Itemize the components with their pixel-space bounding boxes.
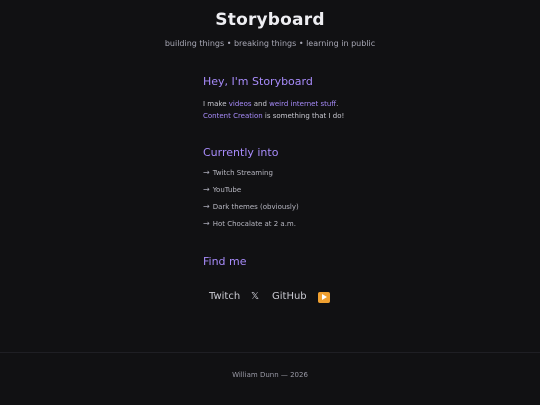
list-item: → YouTube bbox=[203, 185, 299, 202]
intro-line-1: I make videos and weird internet stuff. bbox=[203, 98, 453, 110]
list-item: → Twitch Streaming bbox=[203, 168, 299, 185]
interest-label: YouTube bbox=[212, 186, 242, 194]
intro-line-2: Content Creation is something that I do! bbox=[203, 110, 453, 122]
social-links: Twitch 𝕏 GitHub bbox=[0, 291, 540, 305]
videos-link[interactable]: videos bbox=[229, 100, 252, 108]
currently-into-heading: Currently into bbox=[203, 146, 279, 159]
intro-text: I make videos and weird internet stuff. … bbox=[203, 98, 453, 122]
arrow-right-icon: → bbox=[203, 202, 210, 211]
arrow-right-icon: → bbox=[203, 168, 210, 177]
play-button-icon bbox=[322, 294, 327, 300]
intro-line-1-mid: and bbox=[251, 100, 270, 108]
list-item: → Dark themes (obviously) bbox=[203, 202, 299, 219]
arrow-right-icon: → bbox=[203, 185, 210, 194]
interest-label: Dark themes (obviously) bbox=[212, 203, 299, 211]
content-creation-link[interactable]: Content Creation bbox=[203, 112, 263, 120]
find-me-heading: Find me bbox=[203, 255, 247, 268]
intro-line-2-suffix: is something that I do! bbox=[262, 112, 345, 120]
list-item: → Hot Chocalate at 2 a.m. bbox=[203, 219, 299, 236]
interest-label: Hot Chocalate at 2 a.m. bbox=[212, 220, 296, 228]
arrow-right-icon: → bbox=[203, 219, 210, 228]
intro-heading: Hey, I'm Storyboard bbox=[203, 75, 313, 88]
youtube-icon[interactable] bbox=[318, 292, 330, 303]
interest-label: Twitch Streaming bbox=[212, 169, 273, 177]
intro-line-1-suffix: . bbox=[336, 100, 339, 108]
intro-line-1-prefix: I make bbox=[203, 100, 229, 108]
tagline: building things • breaking things • lear… bbox=[164, 39, 376, 48]
x-icon[interactable]: 𝕏 bbox=[251, 291, 259, 302]
site-title: Storyboard bbox=[215, 10, 325, 30]
weird-internet-stuff-link[interactable]: weird internet stuff bbox=[269, 100, 336, 108]
interests-list: → Twitch Streaming → YouTube → Dark themes … bbox=[203, 168, 299, 236]
twitch-link[interactable]: Twitch bbox=[209, 291, 240, 302]
github-link[interactable]: GitHub bbox=[272, 291, 307, 302]
footer-text: William Dunn — 2026 bbox=[232, 371, 308, 379]
footer-divider bbox=[0, 352, 540, 353]
